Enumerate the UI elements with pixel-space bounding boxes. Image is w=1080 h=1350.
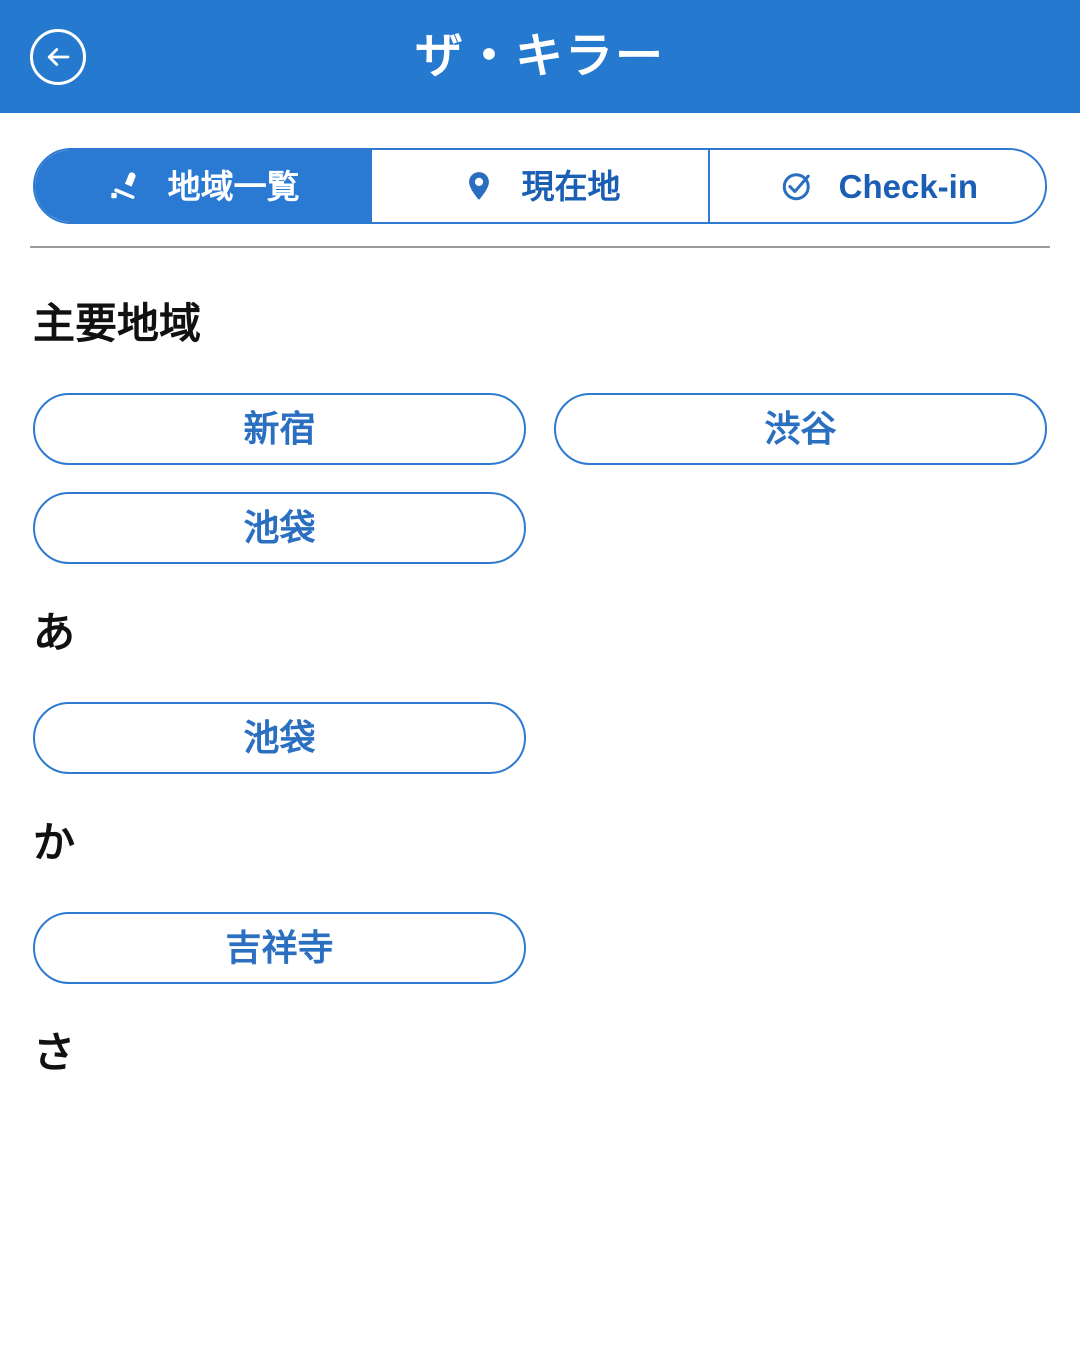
segmented-tab-control: 地域一覧 現在地 Check-in xyxy=(33,148,1047,224)
section-sa-row: さ xyxy=(33,984,1047,1074)
area-pill[interactable]: 吉祥寺 xyxy=(33,912,526,984)
area-pill[interactable]: 池袋 xyxy=(33,492,526,564)
section-major-areas: 主要地域 新宿 渋谷 池袋 xyxy=(33,248,1047,564)
app-header: ザ・キラー xyxy=(0,0,1080,113)
area-pill[interactable]: 新宿 xyxy=(33,393,526,465)
arrow-left-circle-icon xyxy=(43,42,73,72)
section-a-row: あ 池袋 xyxy=(33,564,1047,774)
area-sections: 主要地域 新宿 渋谷 池袋 あ 池袋 か 吉祥寺 さ xyxy=(0,248,1080,1074)
area-pill-grid: 池袋 xyxy=(33,654,1047,774)
back-button[interactable] xyxy=(30,28,86,85)
tab-current-location[interactable]: 現在地 xyxy=(370,150,708,222)
seat-list-icon xyxy=(106,166,146,206)
tab-label: 地域一覧 xyxy=(167,167,300,205)
tab-label: 現在地 xyxy=(521,167,621,205)
section-heading: あ xyxy=(33,609,76,656)
map-pin-icon xyxy=(459,166,499,206)
tab-area-list[interactable]: 地域一覧 xyxy=(35,150,371,222)
area-pill-grid: 新宿 渋谷 池袋 xyxy=(33,345,1047,564)
page-title: ザ・キラー xyxy=(414,29,665,83)
check-circle-icon xyxy=(777,166,817,206)
tab-label: Check-in xyxy=(838,167,978,205)
section-ka-row: か 吉祥寺 xyxy=(33,774,1047,984)
tab-bar-container: 地域一覧 現在地 Check-in xyxy=(0,113,1080,224)
tab-check-in[interactable]: Check-in xyxy=(707,150,1045,222)
section-heading: 主要地域 xyxy=(33,300,202,347)
area-pill[interactable]: 渋谷 xyxy=(554,393,1047,465)
section-heading: か xyxy=(33,819,76,866)
area-pill[interactable]: 池袋 xyxy=(33,702,526,774)
section-heading: さ xyxy=(33,1029,76,1076)
area-pill-grid: 吉祥寺 xyxy=(33,864,1047,984)
